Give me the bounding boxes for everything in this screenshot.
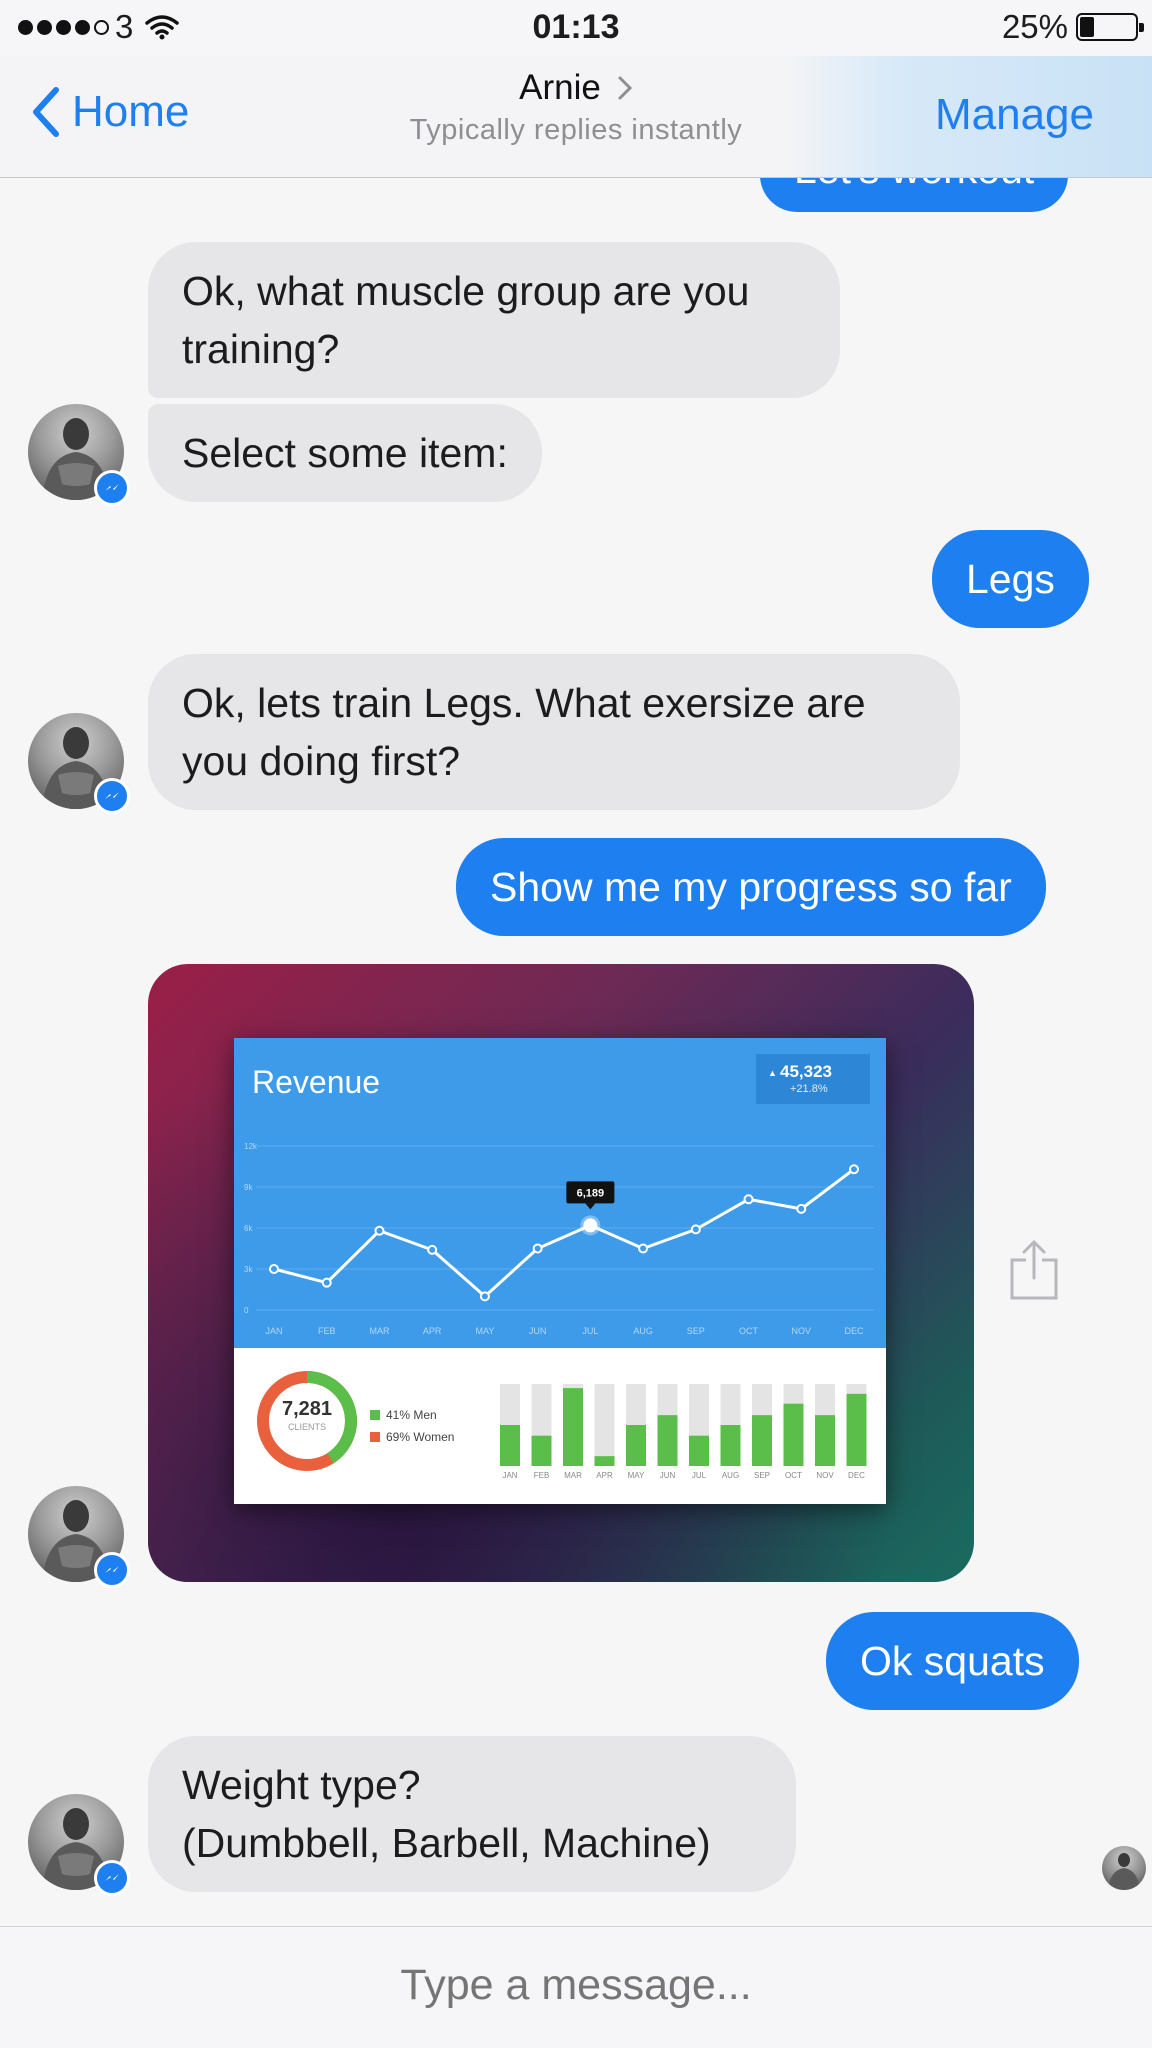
messenger-badge-icon (94, 778, 130, 814)
bar (626, 1425, 646, 1466)
share-icon[interactable] (1008, 1238, 1060, 1307)
message-outgoing[interactable]: Ok squats (826, 1612, 1079, 1710)
status-bar: 3 01:13 25% (0, 0, 1152, 56)
contact-name-row: Arnie (519, 68, 633, 108)
bar (531, 1435, 552, 1466)
battery-icon (1076, 13, 1144, 41)
read-receipt-avatar (1102, 1846, 1146, 1890)
messenger-badge-icon (94, 470, 130, 506)
manage-button[interactable]: Manage (935, 90, 1094, 140)
bar-x-label: AUG (722, 1471, 739, 1480)
bar (846, 1393, 867, 1466)
messenger-badge-icon (94, 1552, 130, 1588)
bar-x-label: SEP (754, 1471, 770, 1480)
message-incoming[interactable]: Ok, lets train Legs. What exersize are y… (148, 654, 960, 810)
bar-x-label: DEC (848, 1471, 865, 1480)
bar-x-label: MAY (628, 1471, 645, 1480)
bar (752, 1415, 772, 1466)
monthly-bar-chart: JAN FEB MAR APR MAY JUN JUL AUG SEP OCT NOV DEC (500, 1384, 867, 1480)
bar-x-label: JUN (660, 1471, 676, 1480)
message-outgoing[interactable]: Let's workout (760, 178, 1069, 212)
message-input[interactable] (0, 1961, 1152, 2010)
battery-level (1080, 17, 1094, 37)
bar-x-label: NOV (816, 1471, 834, 1480)
nav-bar: Home Arnie Typically replies instantly M… (0, 56, 1152, 178)
bar-x-label: APR (596, 1471, 613, 1480)
message-incoming[interactable]: Weight type? (Dumbbell, Barbell, Machine… (148, 1736, 796, 1892)
revenue-dashboard-image: 0 3k 6k 9k 12k JAN FEB MAR APR MAY JUN JUL AUG SEP OCT… (234, 1038, 886, 1504)
bar-x-label: FEB (534, 1471, 550, 1480)
bar-x-label: MAR (564, 1471, 582, 1480)
message-list[interactable]: Let's workout Ok, what muscle group are … (0, 178, 1152, 1926)
bar (720, 1425, 741, 1466)
bar (815, 1415, 835, 1466)
message-outgoing[interactable]: Legs (932, 530, 1089, 628)
chevron-right-icon (618, 76, 632, 100)
bar (657, 1415, 678, 1466)
contact-name: Arnie (519, 68, 601, 107)
bar (783, 1403, 804, 1466)
message-incoming[interactable]: Ok, what muscle group are you training? (148, 242, 840, 398)
bar-x-label: JUL (692, 1471, 707, 1480)
bar-track (594, 1384, 615, 1466)
battery-percent: 25% (1001, 8, 1068, 45)
bar (594, 1456, 615, 1466)
bar (500, 1425, 520, 1466)
bar-x-label: OCT (785, 1471, 802, 1480)
messenger-badge-icon (94, 1860, 130, 1896)
status-right: 25% (1001, 8, 1144, 46)
shared-image[interactable]: 0 3k 6k 9k 12k JAN FEB MAR APR MAY JUN JUL AUG SEP OCT… (148, 964, 974, 1582)
message-composer (0, 1926, 1152, 2048)
bar (563, 1388, 583, 1466)
status-time: 01:13 (532, 8, 620, 46)
bar-x-label: JAN (502, 1471, 517, 1480)
message-incoming[interactable]: Select some item: (148, 404, 542, 502)
bar (689, 1435, 709, 1466)
message-outgoing[interactable]: Show me my progress so far (456, 838, 1046, 936)
